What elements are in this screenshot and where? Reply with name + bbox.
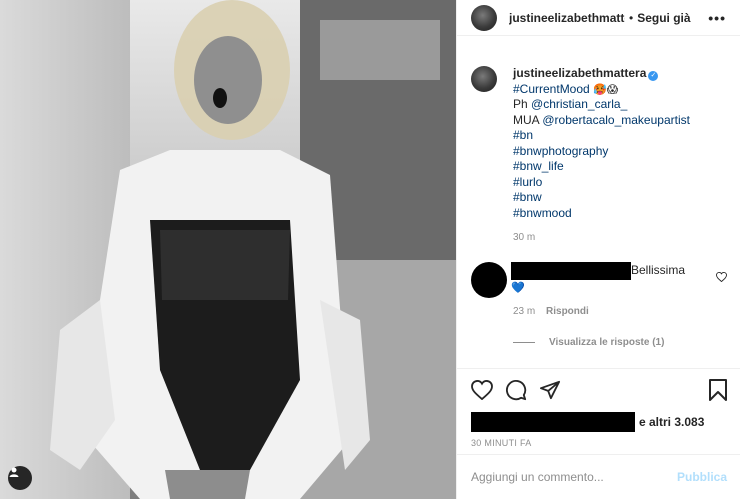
- likes-count[interactable]: e altri 3.083: [471, 412, 727, 432]
- person-icon: [9, 467, 19, 477]
- comment: Bellissima 💙 23 m Rispondi Visualizza le…: [471, 262, 733, 348]
- view-replies-label: Visualizza le risposte (1): [549, 337, 665, 348]
- comment-emoji: 💙: [511, 281, 525, 294]
- save-bookmark-icon[interactable]: [709, 379, 727, 401]
- verified-badge-icon: ✓: [648, 71, 659, 81]
- comment-meta: 23 m Rispondi: [513, 306, 589, 317]
- caption-emoji: 🥵😱: [593, 82, 619, 96]
- hashtag-link[interactable]: #CurrentMood: [513, 82, 590, 96]
- like-comment-heart-icon[interactable]: [716, 272, 727, 282]
- separator-dot: •: [629, 10, 634, 25]
- post-panel: justineelizabethmatte • Segui già ••• ju…: [456, 0, 740, 499]
- caption: justineelizabethmattera ✓ #CurrentMood 🥵😱…: [471, 66, 733, 246]
- hashtag-link[interactable]: #bnw_life: [513, 159, 733, 175]
- mua-label: MUA: [513, 112, 540, 127]
- reply-button[interactable]: Rispondi: [546, 306, 589, 317]
- post-header: justineelizabethmatte • Segui già •••: [457, 0, 740, 36]
- post-photo[interactable]: [0, 0, 456, 499]
- photo-illustration: [0, 0, 456, 499]
- comment-timestamp: 23 m: [513, 306, 536, 317]
- replies-divider: [513, 342, 535, 343]
- tagged-user-icon[interactable]: [8, 466, 32, 490]
- post-timestamp: 30 MINUTI FA: [471, 438, 532, 448]
- like-heart-icon[interactable]: [471, 380, 493, 400]
- author-username[interactable]: justineelizabethmatte: [509, 11, 625, 25]
- hashtag-link[interactable]: #bnw: [513, 190, 733, 206]
- redacted-username: [511, 262, 631, 280]
- commenter-avatar[interactable]: [471, 262, 507, 298]
- publish-button[interactable]: Pubblica: [677, 470, 727, 484]
- hashtag-link[interactable]: #bnwmood: [513, 206, 733, 222]
- author-avatar[interactable]: [471, 4, 497, 31]
- more-options-icon[interactable]: •••: [708, 10, 726, 26]
- ph-label: Ph: [513, 97, 528, 111]
- hashtag-link[interactable]: #bn: [513, 128, 733, 144]
- likes-others-label: e altri 3.083: [639, 415, 705, 429]
- follow-status-button[interactable]: Segui già: [637, 11, 690, 25]
- comment-bubble-icon[interactable]: [505, 379, 527, 401]
- photographer-mention[interactable]: @christian_carla_: [531, 97, 627, 111]
- post-actions: e altri 3.083 30 MINUTI FA: [457, 368, 740, 448]
- view-replies-button[interactable]: Visualizza le risposte (1): [513, 337, 664, 348]
- hashtag-link[interactable]: #bnwphotography: [513, 144, 733, 160]
- mua-mention[interactable]: @robertacalo_makeupartist: [542, 113, 690, 127]
- caption-author-avatar[interactable]: [471, 66, 497, 92]
- add-comment-bar: Pubblica: [457, 454, 740, 499]
- caption-timestamp: 30 m: [513, 232, 536, 243]
- comment-input[interactable]: [471, 470, 677, 484]
- hashtag-link[interactable]: #lurlo: [513, 175, 733, 191]
- redacted-liker: [471, 412, 635, 432]
- caption-author-username[interactable]: justineelizabethmattera: [513, 66, 646, 80]
- share-paper-plane-icon[interactable]: [539, 380, 561, 400]
- comment-text: Bellissima: [631, 263, 686, 278]
